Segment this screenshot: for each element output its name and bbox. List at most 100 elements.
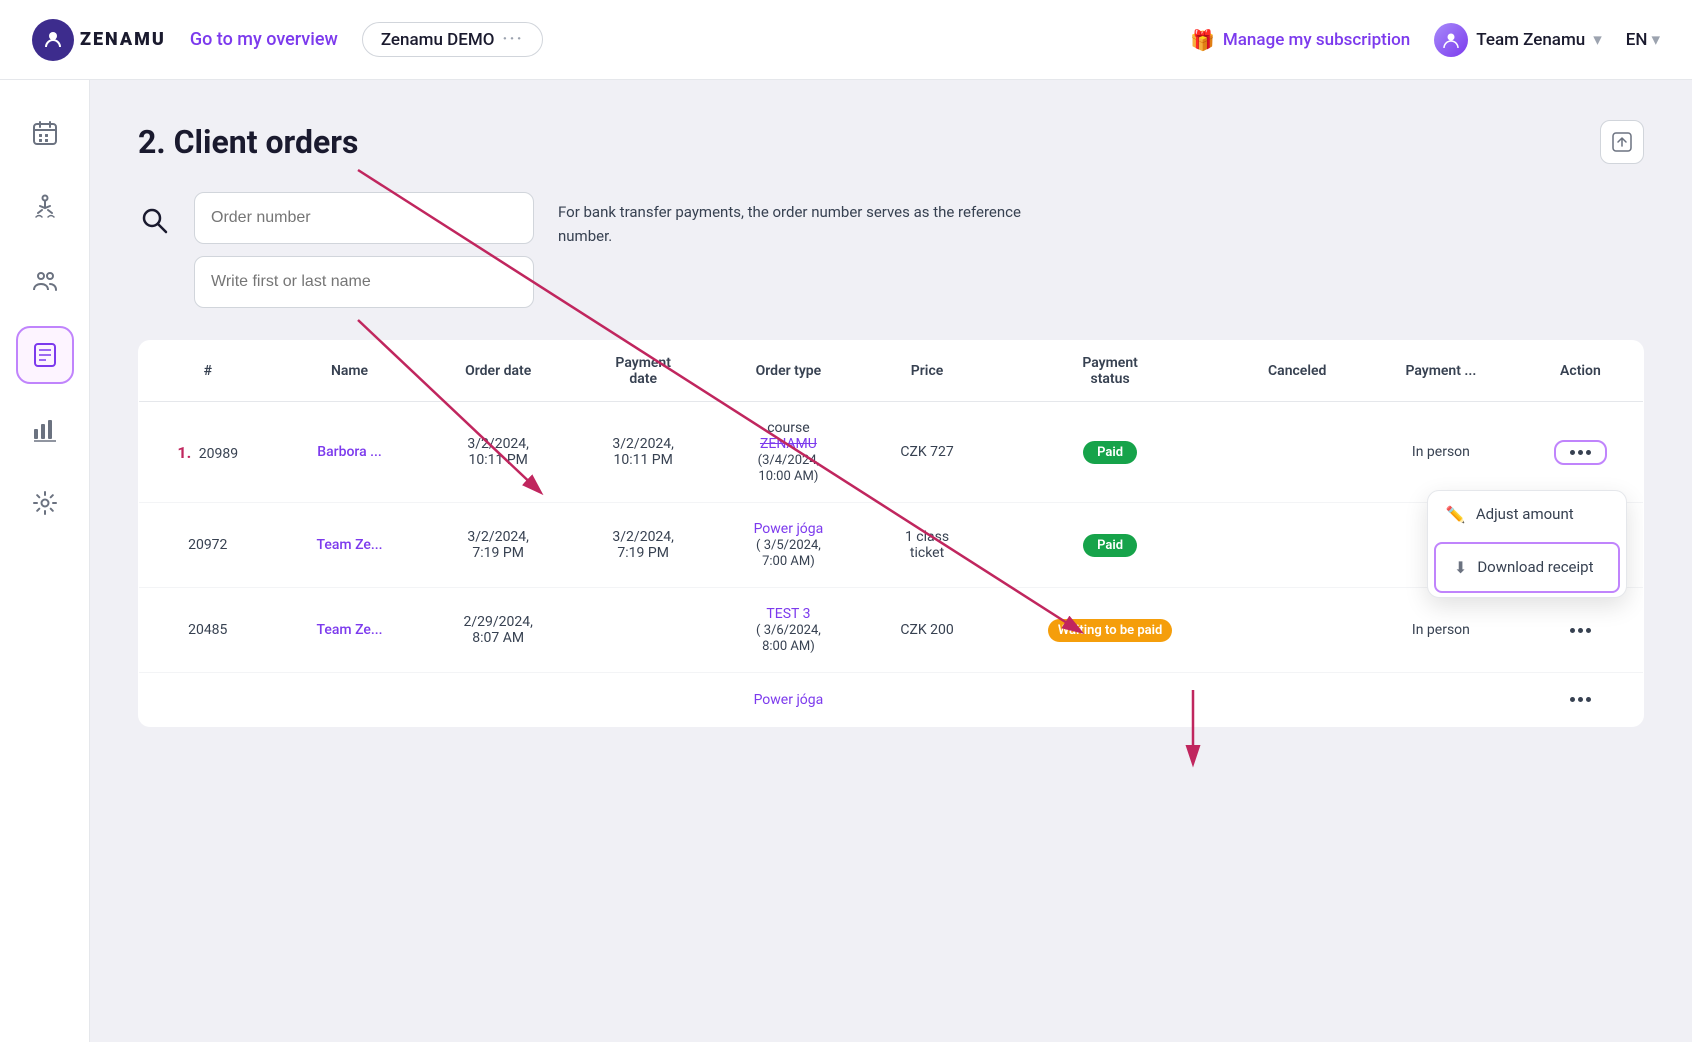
download-label: Download receipt — [1477, 558, 1593, 576]
action-dropdown: ✏️ Adjust amount ⬇ Download receipt — [1427, 490, 1627, 598]
row4-action-btn[interactable] — [1530, 691, 1631, 708]
row2-price: 1 classticket — [864, 503, 989, 588]
workspace-dots: ··· — [502, 29, 523, 50]
row1-name[interactable]: Barbora ... — [277, 402, 423, 503]
page-title: 2. Client orders — [138, 123, 358, 161]
col-name: Name — [277, 341, 423, 402]
col-order-type: Order type — [712, 341, 864, 402]
search-inputs — [194, 192, 534, 308]
row3-payment-date — [574, 588, 713, 673]
main-layout: 2. Client orders — [0, 80, 1692, 1042]
row4-action — [1518, 673, 1644, 727]
manage-subscription-btn[interactable]: 🎁 Manage my subscription — [1190, 28, 1410, 52]
row2-status: Paid — [990, 503, 1231, 588]
bank-info-text: For bank transfer payments, the order nu… — [558, 192, 1644, 248]
lang-label: EN — [1626, 30, 1648, 50]
col-payment-method: Payment ... — [1364, 341, 1518, 402]
row1-action-btn[interactable] — [1554, 440, 1607, 465]
top-header: ZENAMU Go to my overview Zenamu DEMO ···… — [0, 0, 1692, 80]
row2-payment-date: 3/2/2024,7:19 PM — [574, 503, 713, 588]
row1-number: 1. 20989 — [139, 402, 277, 503]
search-area: For bank transfer payments, the order nu… — [138, 192, 1644, 308]
dropdown-container: ✏️ Adjust amount ⬇ Download receipt — [1554, 440, 1607, 465]
logo-icon — [32, 19, 74, 61]
table-row: Power jóga — [139, 673, 1644, 727]
row2-order-date: 3/2/2024,7:19 PM — [423, 503, 574, 588]
table-row: 1. 20989 Barbora ... 3/2/2024,10:11 PM 3… — [139, 402, 1644, 503]
row1-payment-method: In person — [1364, 402, 1518, 503]
row2-canceled — [1230, 503, 1364, 588]
row1-price: CZK 727 — [864, 402, 989, 503]
row4-number — [139, 673, 277, 727]
row2-number: 20972 — [139, 503, 277, 588]
download-icon: ⬇ — [1454, 558, 1467, 577]
logo-text: ZENAMU — [80, 29, 166, 50]
row1-status: Paid — [990, 402, 1231, 503]
row2-order-type: Power jóga ( 3/5/2024,7:00 AM) — [712, 503, 864, 588]
sidebar-item-analytics[interactable] — [16, 400, 74, 458]
lang-chevron-icon: ▾ — [1651, 30, 1660, 50]
row1-payment-date: 3/2/2024,10:11 PM — [574, 402, 713, 503]
row4-payment-method — [1364, 673, 1518, 727]
step-1-label: 1. — [177, 443, 191, 462]
row4-order-type: Power jóga — [712, 673, 864, 727]
page-title-text: Client orders — [174, 123, 359, 161]
content-area: 2. Client orders — [90, 80, 1692, 1042]
adjust-amount-btn[interactable]: ✏️ Adjust amount — [1428, 491, 1626, 538]
row3-number: 20485 — [139, 588, 277, 673]
adjust-label: Adjust amount — [1476, 505, 1574, 523]
page-title-row: 2. Client orders — [138, 120, 1644, 164]
step-2-label: 2. — [138, 123, 166, 161]
team-menu-btn[interactable]: Team Zenamu ▾ — [1434, 23, 1602, 57]
nav-overview-link[interactable]: Go to my overview — [190, 29, 338, 50]
col-payment-status: Paymentstatus — [990, 341, 1231, 402]
row1-action: ✏️ Adjust amount ⬇ Download receipt — [1518, 402, 1644, 503]
col-payment-date: Paymentdate — [574, 341, 713, 402]
row3-price: CZK 200 — [864, 588, 989, 673]
col-action: Action — [1518, 341, 1644, 402]
search-icon — [138, 204, 170, 236]
row4-status — [990, 673, 1231, 727]
orders-table: # Name Order date Paymentdate Order type… — [138, 340, 1644, 727]
sidebar-item-orders[interactable] — [16, 326, 74, 384]
waiting-badge: Waiting to be paid — [1048, 619, 1173, 642]
sidebar — [0, 80, 90, 1042]
team-name: Team Zenamu — [1476, 30, 1585, 50]
row1-order-date: 3/2/2024,10:11 PM — [423, 402, 574, 503]
row3-status: Waiting to be paid — [990, 588, 1231, 673]
row4-order-date — [423, 673, 574, 727]
row4-canceled — [1230, 673, 1364, 727]
row3-payment-method: In person — [1364, 588, 1518, 673]
table-header-row: # Name Order date Paymentdate Order type… — [139, 341, 1644, 402]
sidebar-item-settings[interactable] — [16, 474, 74, 532]
gift-icon: 🎁 — [1190, 28, 1215, 52]
row3-canceled — [1230, 588, 1364, 673]
table-row: 20485 Team Ze... 2/29/2024,8:07 AM TEST … — [139, 588, 1644, 673]
language-btn[interactable]: EN ▾ — [1626, 30, 1660, 50]
col-price: Price — [864, 341, 989, 402]
row3-action-btn[interactable] — [1530, 622, 1631, 639]
row1-order-type: course ZENAMU (3/4/2024,10:00 AM) — [712, 402, 864, 503]
col-order-date: Order date — [423, 341, 574, 402]
sidebar-item-yoga[interactable] — [16, 178, 74, 236]
row3-name[interactable]: Team Ze... — [277, 588, 423, 673]
paid-badge: Paid — [1083, 441, 1137, 464]
workspace-name: Zenamu DEMO — [381, 30, 495, 50]
row3-order-type: TEST 3 ( 3/6/2024,8:00 AM) — [712, 588, 864, 673]
row3-order-date: 2/29/2024,8:07 AM — [423, 588, 574, 673]
row4-name — [277, 673, 423, 727]
export-button[interactable] — [1600, 120, 1644, 164]
row1-canceled — [1230, 402, 1364, 503]
sidebar-item-clients[interactable] — [16, 252, 74, 310]
order-number-input[interactable] — [194, 192, 534, 244]
download-receipt-btn[interactable]: ⬇ Download receipt — [1434, 542, 1620, 593]
table-row: 20972 Team Ze... 3/2/2024,7:19 PM 3/2/20… — [139, 503, 1644, 588]
workspace-selector[interactable]: Zenamu DEMO ··· — [362, 22, 543, 57]
row2-name[interactable]: Team Ze... — [277, 503, 423, 588]
team-avatar — [1434, 23, 1468, 57]
team-chevron-icon: ▾ — [1593, 30, 1602, 50]
name-search-input[interactable] — [194, 256, 534, 308]
search-icon-wrap — [138, 192, 170, 236]
paid-badge-2: Paid — [1083, 534, 1137, 557]
sidebar-item-calendar[interactable] — [16, 104, 74, 162]
